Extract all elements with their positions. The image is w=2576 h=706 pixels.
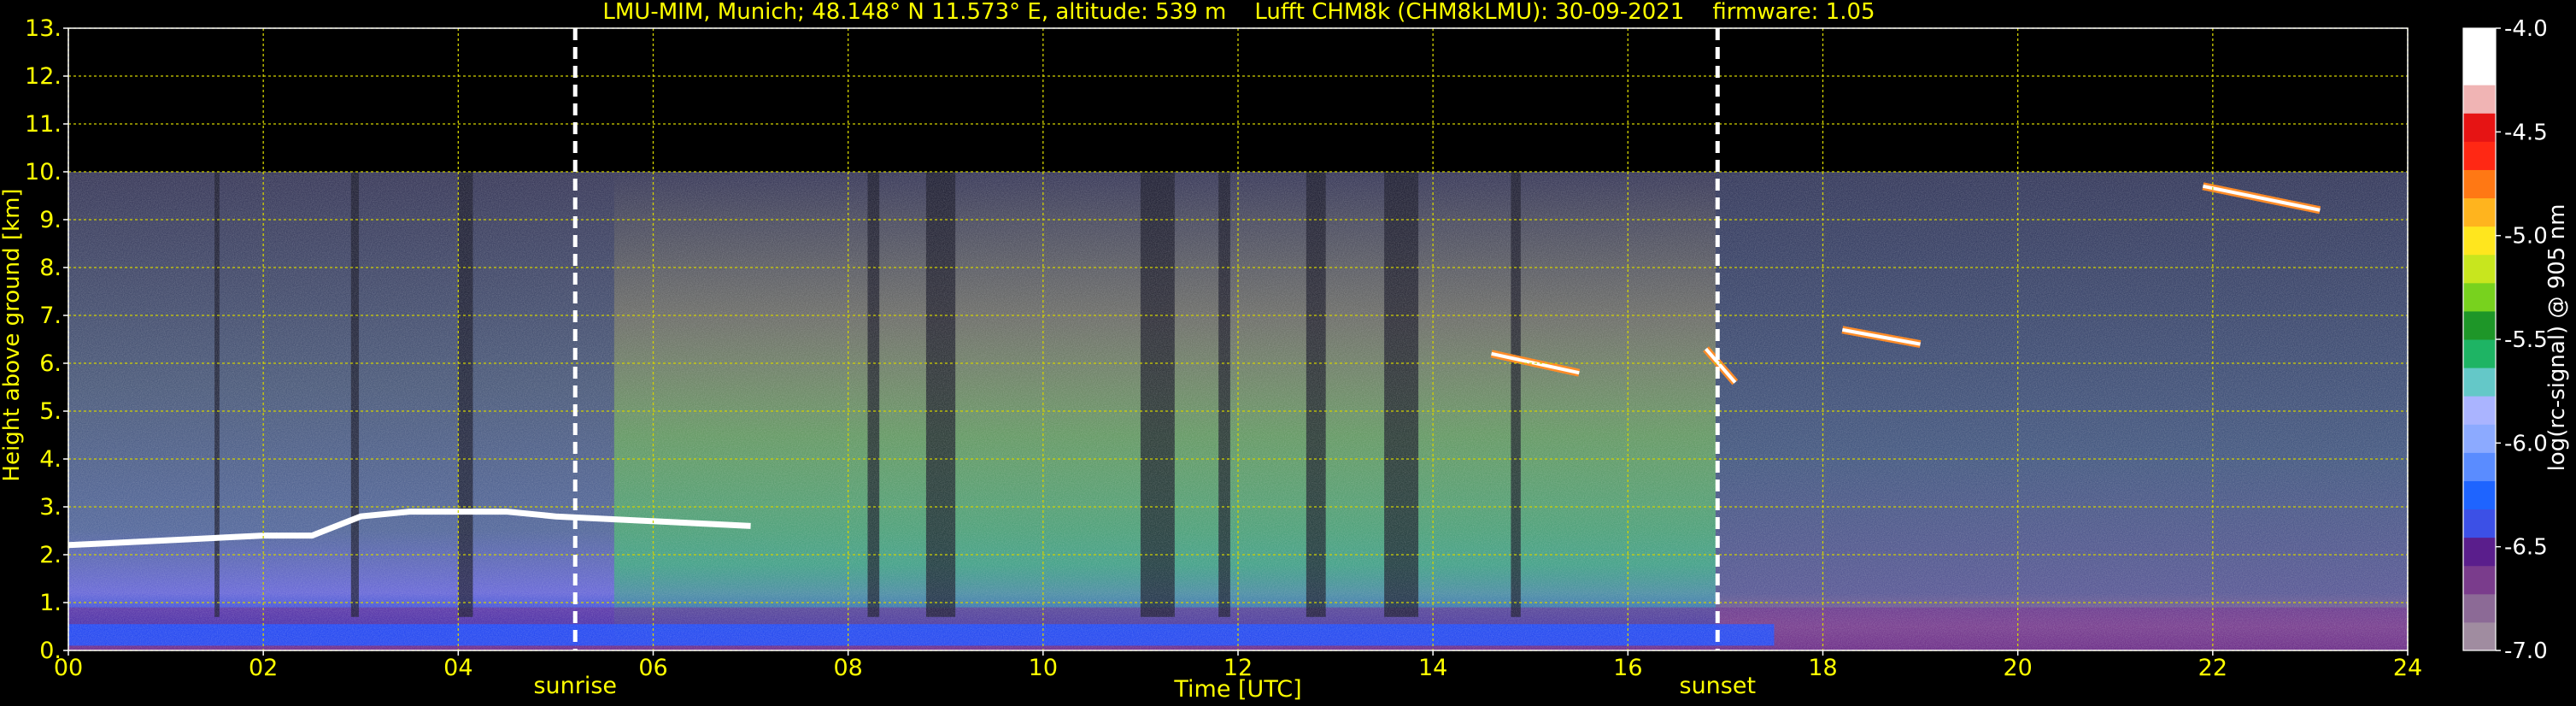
colorbar-segment [2463, 254, 2496, 284]
y-tick-label: 10. [25, 159, 62, 185]
y-tick-label: 9. [39, 207, 62, 233]
sunset-label: sunset [1680, 673, 1757, 699]
y-tick-label: 11. [25, 111, 62, 138]
colorbar-segment [2463, 480, 2496, 510]
colorbar-tick-label: -5.5 [2504, 327, 2548, 353]
y-tick-label: 2. [39, 542, 62, 568]
x-tick-label: 10 [1029, 655, 1058, 681]
y-tick-label: 0. [39, 638, 62, 664]
colorbar-segment [2463, 282, 2496, 312]
x-tick-label: 20 [2003, 655, 2032, 681]
colorbar-tick-label: -6.0 [2504, 431, 2548, 456]
y-axis-label: Height above ground [km] [0, 188, 25, 481]
colorbar-segment [2463, 56, 2496, 85]
colorbar-tick-label: -4.5 [2504, 120, 2548, 145]
colorbar-segment [2463, 537, 2496, 567]
colorbar-segment [2463, 339, 2496, 368]
x-tick-label: 08 [833, 655, 862, 681]
colorbar: -4.0 -4.5 -5.0 -5.5 -6.0 -6.5 -7.0 [2462, 16, 2548, 664]
colorbar-segment [2463, 621, 2496, 651]
colorbar-segment [2463, 424, 2496, 453]
y-tick-label: 8. [39, 255, 62, 281]
x-tick-label: 22 [2198, 655, 2227, 681]
colorbar-segment [2463, 509, 2496, 538]
ceilometer-chart: sunrise sunset 00 02 04 06 08 10 12 14 16 18 20 22 24 0… [0, 0, 2576, 706]
colorbar-segment [2463, 310, 2496, 340]
y-tick-label: 3. [39, 494, 62, 521]
colorbar-segment [2463, 452, 2496, 481]
x-tick-label: 02 [249, 655, 278, 681]
y-tick-label: 1. [39, 590, 62, 616]
colorbar-segment [2463, 141, 2496, 170]
y-tick-label: 5. [39, 398, 62, 425]
colorbar-segment [2463, 396, 2496, 425]
colorbar-segment [2463, 593, 2496, 623]
colorbar-segment [2463, 113, 2496, 142]
colorbar-segment [2463, 197, 2496, 227]
y-tick-label: 12. [25, 63, 62, 90]
x-tick-label: 24 [2393, 655, 2422, 681]
colorbar-segment [2463, 226, 2496, 256]
y-tick-label: 7. [39, 303, 62, 329]
colorbar-tick-label: -5.0 [2504, 224, 2548, 250]
colorbar-tick-label: -7.0 [2504, 638, 2548, 664]
colorbar-tick-label: -4.0 [2504, 16, 2548, 42]
colorbar-tick-label: -6.5 [2504, 535, 2548, 561]
colorbar-segment [2463, 85, 2496, 114]
x-tick-label: 04 [443, 655, 472, 681]
chart-title: LMU-MIM, Munich; 48.148° N 11.573° E, al… [602, 0, 1875, 25]
chart-canvas: sunrise sunset00 02 04 06 08 10 12 14 16 18 20 22 240… [0, 0, 2570, 703]
colorbar-segment [2463, 169, 2496, 199]
colorbar-segment [2463, 368, 2496, 397]
y-tick-label: 13. [25, 15, 62, 42]
y-tick-label: 4. [39, 446, 62, 473]
x-tick-label: 16 [1613, 655, 1642, 681]
colorbar-segment [2463, 565, 2496, 595]
colorbar-segment [2463, 28, 2496, 57]
x-tick-label: 06 [638, 655, 667, 681]
x-tick-label: 18 [1808, 655, 1837, 681]
sunrise-label: sunrise [533, 673, 617, 699]
colorbar-label: log(rc-signal) @ 905 nm [2544, 204, 2570, 472]
x-axis-label: Time [UTC] [1173, 676, 1301, 703]
y-tick-label: 6. [39, 350, 62, 377]
x-tick-label: 14 [1418, 655, 1447, 681]
